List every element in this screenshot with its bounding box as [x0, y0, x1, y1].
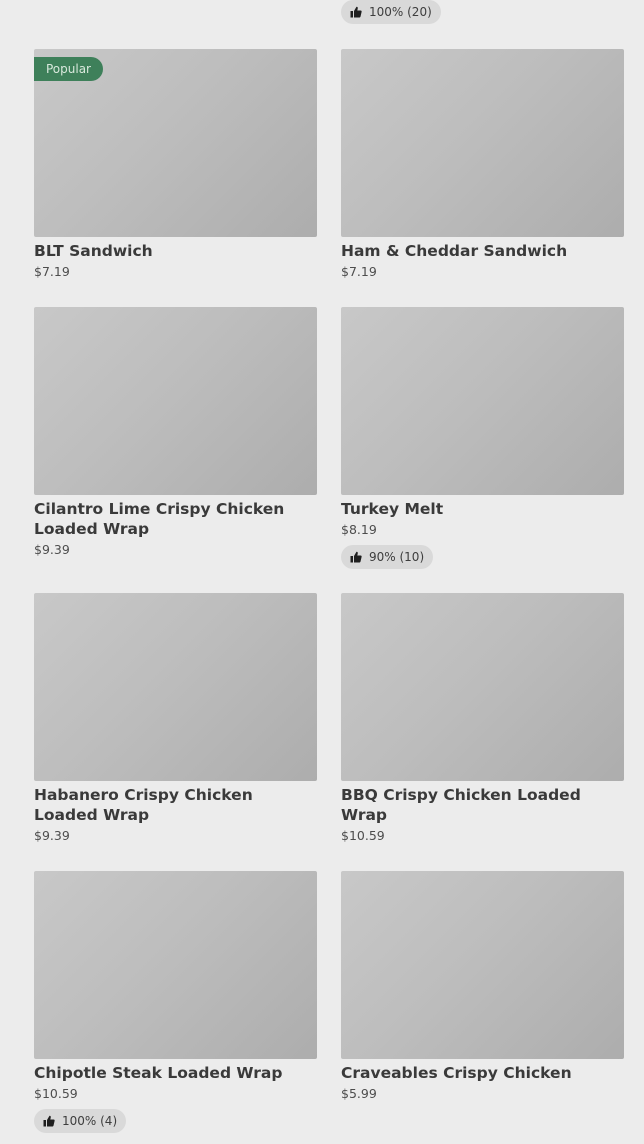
item-price: $9.39: [34, 542, 70, 557]
item-price: $7.19: [34, 264, 70, 279]
item-image[interactable]: [341, 871, 624, 1059]
item-name: Ham & Cheddar Sandwich: [341, 242, 568, 260]
item-image[interactable]: [341, 49, 624, 237]
menu-item-card[interactable]: Ham & Cheddar Sandwich $7.19: [341, 49, 624, 281]
menu-item-card[interactable]: Craveables Crispy Chicken $5.99: [341, 871, 624, 1103]
item-price: $8.19: [341, 522, 377, 537]
item-name: Craveables Crispy Chicken: [341, 1064, 572, 1082]
rating-pill: 90% (10): [341, 545, 434, 569]
item-image[interactable]: [341, 593, 624, 781]
item-price: $5.99: [341, 1086, 377, 1101]
menu-item-card[interactable]: Habanero Crispy Chicken Loaded Wrap $9.3…: [34, 593, 317, 845]
menu-item-card[interactable]: Cilantro Lime Crispy Chicken Loaded Wrap…: [34, 307, 317, 559]
item-price: $10.59: [341, 828, 385, 843]
thumbs-up-icon: [350, 6, 362, 18]
item-image[interactable]: Popular: [34, 49, 317, 237]
item-image[interactable]: [34, 871, 317, 1059]
rating-text: 100% (20): [369, 5, 432, 19]
item-image[interactable]: [34, 593, 317, 781]
rating-text: 100% (4): [62, 1114, 118, 1128]
item-name: Chipotle Steak Loaded Wrap: [34, 1064, 283, 1082]
item-name: BBQ Crispy Chicken Loaded Wrap: [341, 786, 581, 824]
item-name: Turkey Melt: [341, 500, 444, 518]
thumbs-up-icon: [43, 1115, 55, 1127]
rating-pill: 100% (20): [341, 0, 441, 24]
menu-item-card[interactable]: BBQ Crispy Chicken Loaded Wrap $10.59: [341, 593, 624, 845]
item-image[interactable]: [341, 307, 624, 495]
item-price: $10.59: [34, 1086, 78, 1101]
rating-text: 90% (10): [369, 550, 425, 564]
popular-badge: Popular: [34, 57, 103, 81]
menu-item-card[interactable]: Chipotle Steak Loaded Wrap $10.59 100% (…: [34, 871, 317, 1133]
thumbs-up-icon: [350, 551, 362, 563]
item-price: $7.19: [341, 264, 377, 279]
item-price: $9.39: [34, 828, 70, 843]
rating-pill: 100% (4): [34, 1109, 127, 1133]
menu-item-card[interactable]: Turkey Melt $8.19 90% (10): [341, 307, 624, 569]
menu-grid: 100% (20) Popular BLT Sandwich $7.19 Ham…: [0, 0, 644, 1144]
item-image[interactable]: [34, 307, 317, 495]
menu-item-card[interactable]: Popular BLT Sandwich $7.19: [34, 49, 317, 281]
item-name: Cilantro Lime Crispy Chicken Loaded Wrap: [34, 500, 285, 538]
item-name: Habanero Crispy Chicken Loaded Wrap: [34, 786, 253, 824]
item-name: BLT Sandwich: [34, 242, 153, 260]
